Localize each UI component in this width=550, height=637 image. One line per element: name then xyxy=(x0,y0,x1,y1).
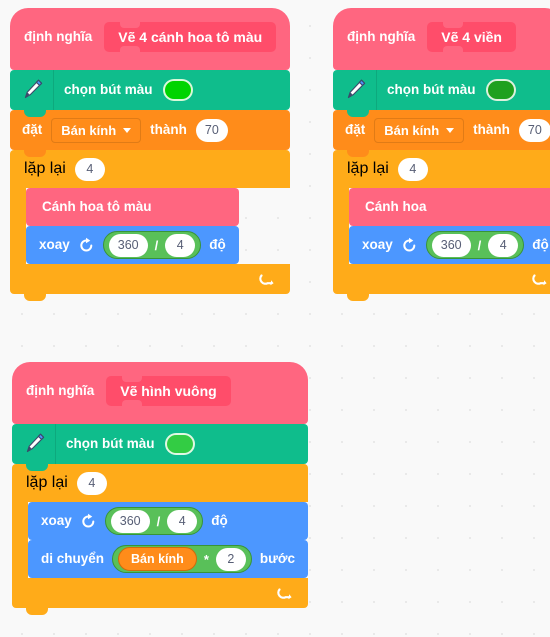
variable-dropdown[interactable]: Bán kính xyxy=(374,117,465,143)
repeat-inner-stack[interactable]: Cánh hoa xoay 360 / 4 độ xyxy=(349,188,550,264)
move-steps-block[interactable]: di chuyển Bán kính * 2 bước xyxy=(28,540,309,578)
rotate-clockwise-icon xyxy=(78,237,95,254)
define-keyword: định nghĩa xyxy=(347,29,416,45)
script-ve-4-vien[interactable]: định nghĩa Vẽ 4 viền chọn bút màu đặt Bá… xyxy=(333,8,550,301)
divisor-input[interactable]: 4 xyxy=(165,233,196,257)
turn-right-block[interactable]: xoay 360 / 4 độ xyxy=(26,226,239,264)
repeat-loop-block[interactable]: lặp lại 4 Cánh hoa tô màu xoay 360 / 4 đ… xyxy=(10,150,291,301)
repeat-body: xoay 360 / 4 độ di chuyển Bán kính * 2 b… xyxy=(12,502,309,578)
chevron-down-icon xyxy=(446,127,455,133)
define-hat-block[interactable]: định nghĩa Vẽ 4 cánh hoa tô màu xyxy=(10,8,291,70)
pen-color-label: chọn bút màu xyxy=(387,82,476,98)
color-swatch[interactable] xyxy=(485,79,516,101)
color-swatch[interactable] xyxy=(164,433,195,455)
repeat-label: lặp lại xyxy=(347,160,389,177)
pen-set-color-block[interactable]: chọn bút màu xyxy=(333,70,550,117)
turn-unit: độ xyxy=(209,237,226,253)
repeat-left-arm xyxy=(10,188,26,264)
blocks-workspace[interactable]: định nghĩa Vẽ 4 cánh hoa tô màu chọn bút… xyxy=(0,0,550,637)
repeat-body: Cánh hoa tô màu xoay 360 / 4 độ xyxy=(10,188,290,264)
pen-color-label: chọn bút màu xyxy=(64,82,153,98)
repeat-header[interactable]: lặp lại 4 xyxy=(12,464,309,502)
pen-icon xyxy=(10,70,54,110)
dividend-input[interactable]: 360 xyxy=(431,233,471,257)
repeat-inner-stack[interactable]: Cánh hoa tô màu xoay 360 / 4 độ xyxy=(26,188,239,264)
divide-symbol: / xyxy=(156,513,161,529)
variable-dropdown-label: Bán kính xyxy=(61,122,117,138)
multiply-symbol: * xyxy=(203,551,209,567)
custom-block-call-label: Cánh hoa xyxy=(365,199,427,215)
loop-arrow-icon xyxy=(258,270,276,288)
define-hat-block[interactable]: định nghĩa Vẽ hình vuông xyxy=(12,362,309,424)
loop-arrow-icon xyxy=(531,270,549,288)
variable-dropdown-label: Bán kính xyxy=(384,122,440,138)
repeat-left-arm xyxy=(333,188,349,264)
divide-operator-block[interactable]: 360 / 4 xyxy=(104,507,204,535)
custom-block-prototype[interactable]: Vẽ 4 cánh hoa tô màu xyxy=(104,22,277,52)
repeat-inner-stack[interactable]: xoay 360 / 4 độ di chuyển Bán kính * 2 b… xyxy=(28,502,309,578)
repeat-footer xyxy=(10,264,291,301)
repeat-footer xyxy=(12,578,309,615)
pen-set-color-block[interactable]: chọn bút màu xyxy=(12,424,309,471)
turn-label: xoay xyxy=(39,237,70,253)
multiply-factor-input[interactable]: 2 xyxy=(215,547,246,571)
rotate-clockwise-icon xyxy=(401,237,418,254)
divide-symbol: / xyxy=(154,237,159,253)
move-label: di chuyển xyxy=(41,551,105,567)
custom-block-call[interactable]: Cánh hoa tô màu xyxy=(26,188,239,233)
pen-icon xyxy=(333,70,377,110)
pen-color-label: chọn bút màu xyxy=(66,436,155,452)
divide-symbol: / xyxy=(477,237,482,253)
custom-block-prototype[interactable]: Vẽ 4 viền xyxy=(427,22,516,52)
divide-operator-block[interactable]: 360 / 4 xyxy=(425,231,525,259)
repeat-label: lặp lại xyxy=(24,160,66,177)
turn-unit: độ xyxy=(532,237,549,253)
set-variable-block[interactable]: đặt Bán kính thành 70 xyxy=(10,110,291,157)
divisor-input[interactable]: 4 xyxy=(488,233,519,257)
turn-right-block[interactable]: xoay 360 / 4 độ xyxy=(349,226,550,264)
set-value-input[interactable]: 70 xyxy=(518,118,550,142)
color-swatch[interactable] xyxy=(162,79,193,101)
dividend-input[interactable]: 360 xyxy=(108,233,148,257)
repeat-body: Cánh hoa xoay 360 / 4 độ xyxy=(333,188,550,264)
custom-block-call[interactable]: Cánh hoa xyxy=(349,188,550,233)
custom-block-prototype[interactable]: Vẽ hình vuông xyxy=(106,376,231,406)
define-keyword: định nghĩa xyxy=(24,29,93,45)
divisor-input[interactable]: 4 xyxy=(167,509,198,533)
turn-label: xoay xyxy=(41,513,72,529)
divide-operator-block[interactable]: 360 / 4 xyxy=(102,231,202,259)
set-connector: thành xyxy=(473,122,510,138)
repeat-left-arm xyxy=(12,502,28,578)
pen-set-color-block[interactable]: chọn bút màu xyxy=(10,70,291,117)
define-keyword: định nghĩa xyxy=(26,383,95,399)
repeat-count-input[interactable]: 4 xyxy=(74,157,105,181)
define-hat-block[interactable]: định nghĩa Vẽ 4 viền xyxy=(333,8,550,70)
custom-block-call-label: Cánh hoa tô màu xyxy=(42,199,152,215)
repeat-loop-block[interactable]: lặp lại 4 xoay 360 / 4 độ di chuyển Bán … xyxy=(12,464,309,615)
repeat-count-input[interactable]: 4 xyxy=(397,157,428,181)
variable-dropdown[interactable]: Bán kính xyxy=(51,117,142,143)
script-ve-4-canh-hoa-to-mau[interactable]: định nghĩa Vẽ 4 cánh hoa tô màu chọn bút… xyxy=(10,8,291,301)
multiply-operator-block[interactable]: Bán kính * 2 xyxy=(112,545,252,573)
repeat-count-input[interactable]: 4 xyxy=(76,471,107,495)
repeat-label: lặp lại xyxy=(26,474,68,491)
pen-icon xyxy=(12,424,56,464)
dividend-input[interactable]: 360 xyxy=(110,509,150,533)
variable-reporter[interactable]: Bán kính xyxy=(118,547,197,571)
turn-unit: độ xyxy=(211,513,228,529)
rotate-clockwise-icon xyxy=(80,513,97,530)
set-keyword: đặt xyxy=(345,122,366,138)
repeat-footer xyxy=(333,264,550,301)
repeat-loop-block[interactable]: lặp lại 4 Cánh hoa xoay 360 / 4 độ xyxy=(333,150,550,301)
set-keyword: đặt xyxy=(22,122,43,138)
repeat-header[interactable]: lặp lại 4 xyxy=(10,150,291,188)
script-ve-hinh-vuong[interactable]: định nghĩa Vẽ hình vuông chọn bút màu lặ… xyxy=(12,362,309,615)
move-unit: bước xyxy=(259,551,296,567)
set-value-input[interactable]: 70 xyxy=(195,118,228,142)
set-connector: thành xyxy=(150,122,187,138)
loop-arrow-icon xyxy=(276,584,294,602)
chevron-down-icon xyxy=(123,127,132,133)
turn-right-block[interactable]: xoay 360 / 4 độ xyxy=(28,502,309,547)
turn-label: xoay xyxy=(362,237,393,253)
